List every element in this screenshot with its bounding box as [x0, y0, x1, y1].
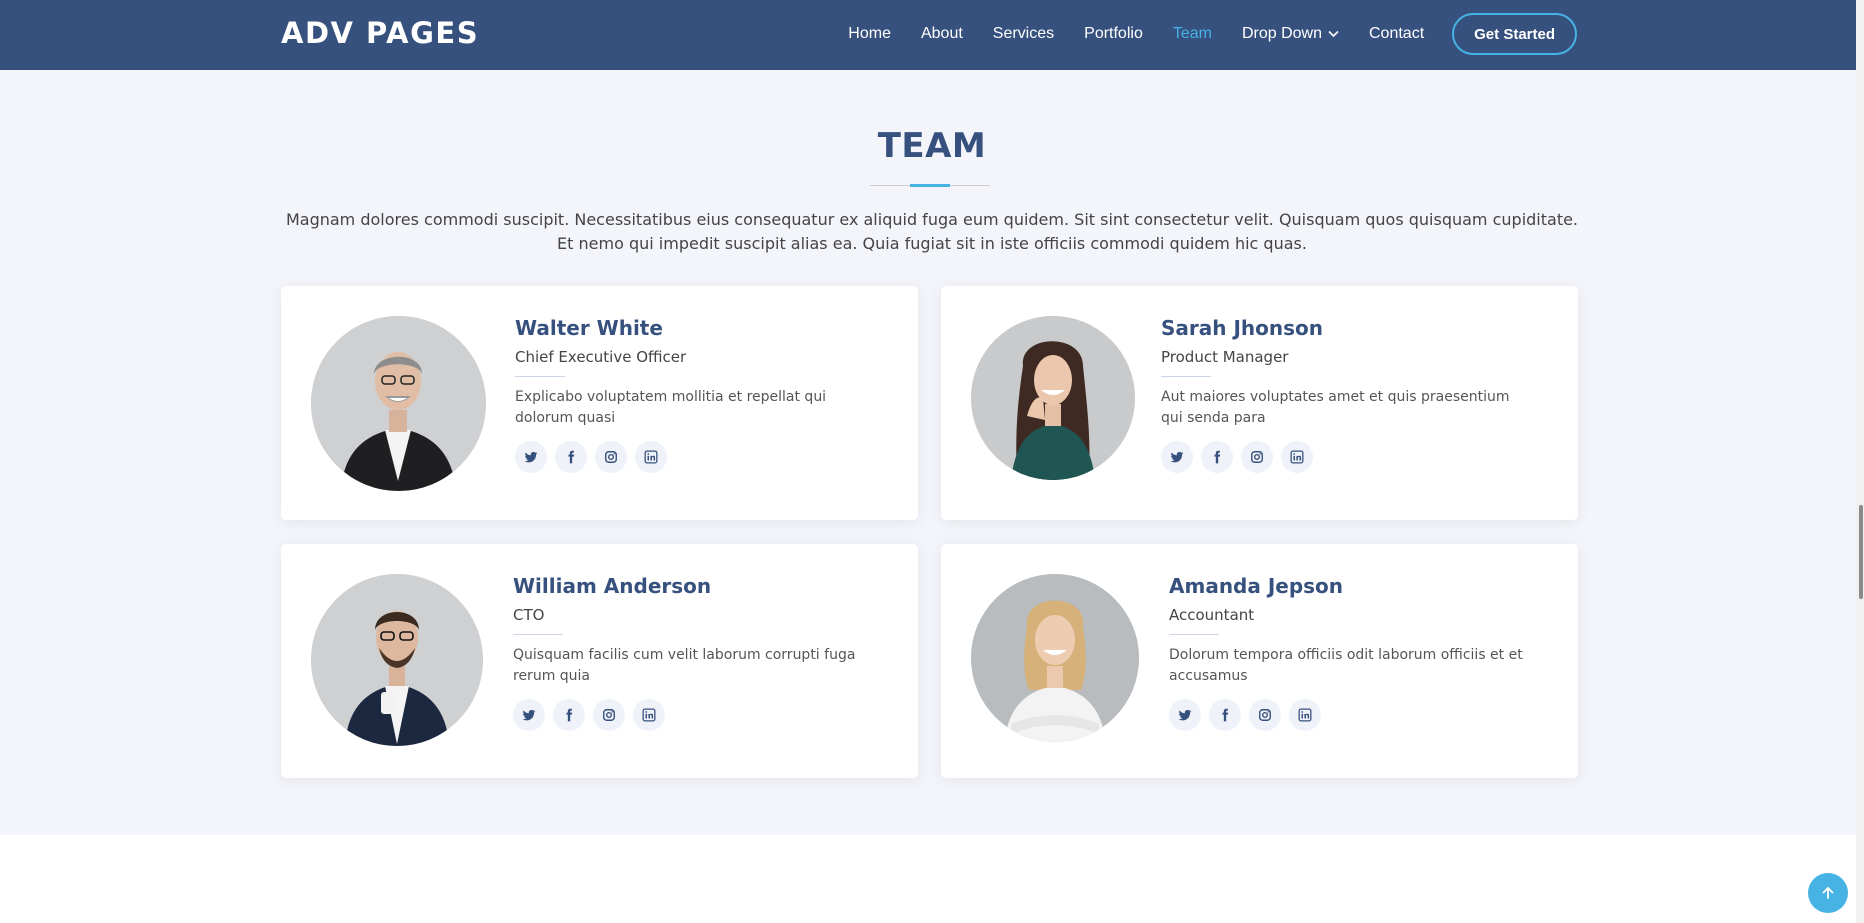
facebook-icon[interactable] — [553, 699, 585, 731]
member-role: CTO — [513, 606, 545, 624]
next-section — [0, 835, 1864, 923]
social-links — [1161, 441, 1531, 473]
member-info: Walter White Chief Executive Officer Exp… — [515, 316, 885, 473]
avatar — [971, 316, 1135, 480]
team-card: Amanda Jepson Accountant Dolorum tempora… — [941, 544, 1578, 778]
twitter-icon[interactable] — [1169, 699, 1201, 731]
instagram-icon[interactable] — [595, 441, 627, 473]
member-divider — [515, 376, 565, 377]
member-info: William Anderson CTO Quisquam facilis cu… — [513, 574, 883, 731]
site-header: ADV PAGES Home About Services Portfolio … — [0, 0, 1864, 70]
social-links — [1169, 699, 1539, 731]
member-divider — [513, 634, 563, 635]
member-role: Accountant — [1169, 606, 1255, 624]
nav-home[interactable]: Home — [848, 25, 891, 43]
nav-services[interactable]: Services — [993, 25, 1054, 43]
member-bio: Dolorum tempora officiis odit laborum of… — [1169, 647, 1523, 684]
nav-dropdown[interactable]: Drop Down — [1242, 25, 1339, 43]
member-divider — [1169, 634, 1219, 635]
get-started-button[interactable]: Get Started — [1452, 13, 1577, 55]
facebook-icon[interactable] — [1209, 699, 1241, 731]
linkedin-icon[interactable] — [1281, 441, 1313, 473]
nav-dropdown-label: Drop Down — [1241, 25, 1322, 42]
member-bio: Explicabo voluptatem mollitia et repella… — [515, 389, 827, 426]
arrow-up-icon — [1820, 885, 1836, 901]
member-role: Chief Executive Officer — [515, 348, 687, 366]
scrollbar[interactable] — [1856, 0, 1864, 923]
instagram-icon[interactable] — [1249, 699, 1281, 731]
instagram-icon[interactable] — [1241, 441, 1273, 473]
member-info: Sarah Jhonson Product Manager Aut maiore… — [1161, 316, 1531, 473]
logo[interactable]: ADV PAGES — [281, 16, 479, 50]
team-card: Sarah Jhonson Product Manager Aut maiore… — [941, 286, 1578, 520]
linkedin-icon[interactable] — [635, 441, 667, 473]
section-title: TEAM — [877, 126, 987, 166]
member-name: Sarah Jhonson — [1161, 316, 1324, 340]
section-description: Magnam dolores commodi suscipit. Necessi… — [285, 210, 1579, 253]
member-info: Amanda Jepson Accountant Dolorum tempora… — [1169, 574, 1539, 731]
instagram-icon[interactable] — [593, 699, 625, 731]
nav-team[interactable]: Team — [1173, 25, 1212, 43]
nav-portfolio[interactable]: Portfolio — [1084, 25, 1143, 43]
chevron-down-icon — [1328, 25, 1339, 43]
member-role: Product Manager — [1161, 348, 1289, 366]
member-name: William Anderson — [513, 574, 712, 598]
facebook-icon[interactable] — [1201, 441, 1233, 473]
avatar — [311, 316, 486, 491]
nav-contact[interactable]: Contact — [1369, 25, 1424, 43]
twitter-icon[interactable] — [513, 699, 545, 731]
nav-about[interactable]: About — [921, 25, 963, 43]
title-divider-accent — [910, 184, 950, 187]
facebook-icon[interactable] — [555, 441, 587, 473]
avatar — [311, 574, 483, 746]
social-links — [515, 441, 885, 473]
member-divider — [1161, 376, 1211, 377]
social-links — [513, 699, 883, 731]
main-nav: Home About Services Portfolio Team Drop … — [818, 13, 1577, 55]
member-bio: Quisquam facilis cum velit laborum corru… — [513, 647, 856, 684]
twitter-icon[interactable] — [515, 441, 547, 473]
linkedin-icon[interactable] — [1289, 699, 1321, 731]
team-card: Walter White Chief Executive Officer Exp… — [281, 286, 918, 520]
avatar — [971, 574, 1139, 742]
member-name: Amanda Jepson — [1169, 574, 1344, 598]
back-to-top-button[interactable] — [1808, 873, 1848, 913]
scrollbar-thumb[interactable] — [1859, 505, 1863, 599]
member-name: Walter White — [515, 316, 663, 340]
member-bio: Aut maiores voluptates amet et quis prae… — [1161, 389, 1510, 426]
linkedin-icon[interactable] — [633, 699, 665, 731]
team-section: TEAM Magnam dolores commodi suscipit. Ne… — [0, 70, 1864, 835]
team-card: William Anderson CTO Quisquam facilis cu… — [281, 544, 918, 778]
twitter-icon[interactable] — [1161, 441, 1193, 473]
